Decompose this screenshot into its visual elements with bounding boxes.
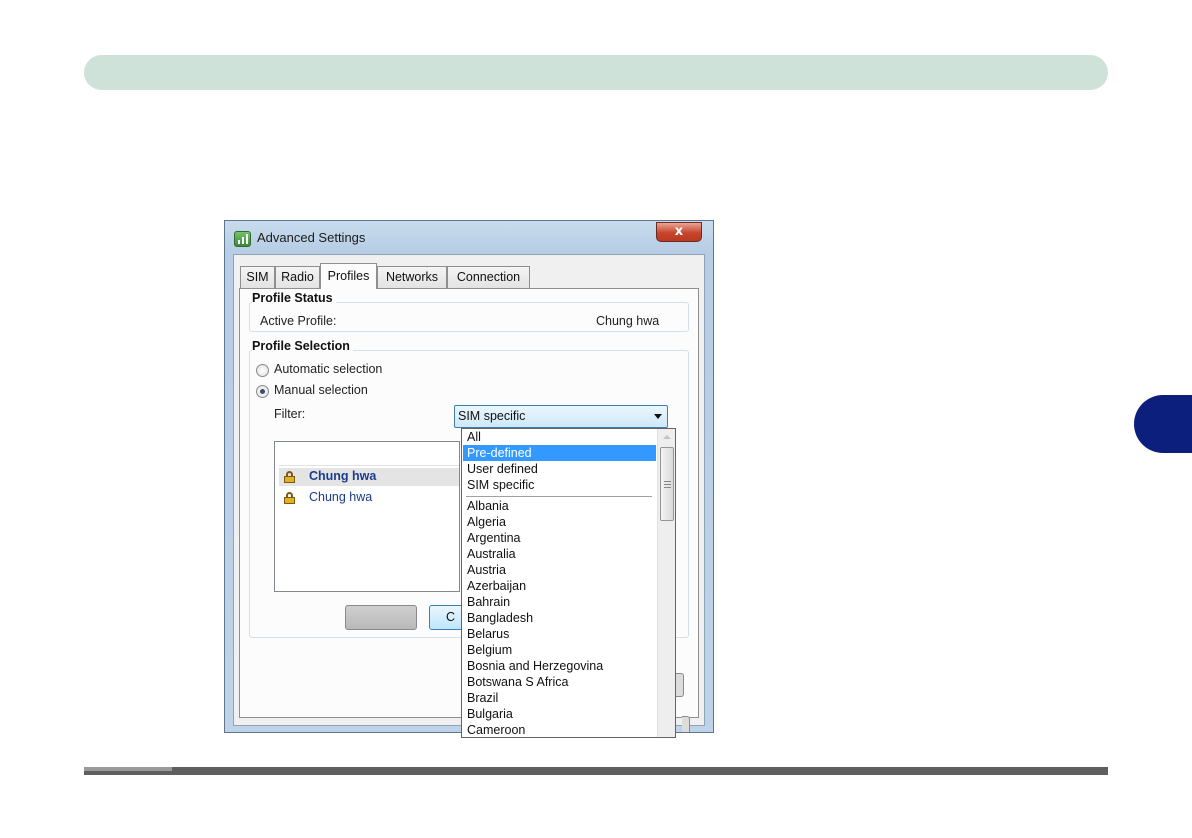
manual-selection-label[interactable]: Manual selection bbox=[274, 383, 368, 397]
dropdown-scrollbar[interactable] bbox=[657, 429, 675, 737]
dropdown-item[interactable]: Bulgaria bbox=[463, 706, 656, 722]
dropdown-item[interactable]: All bbox=[463, 429, 656, 445]
tab-profiles[interactable]: Profiles bbox=[320, 263, 377, 289]
tab-connection[interactable]: Connection bbox=[447, 266, 530, 288]
lock-icon bbox=[284, 471, 295, 483]
profile-name[interactable]: Chung hwa bbox=[309, 469, 376, 483]
window-title: Advanced Settings bbox=[257, 230, 366, 245]
window-titlebar[interactable]: Advanced Settings x bbox=[225, 221, 713, 255]
dropdown-item[interactable]: Bosnia and Herzegovina bbox=[463, 658, 656, 674]
tab-sim[interactable]: SIM bbox=[240, 266, 275, 288]
scroll-up-icon[interactable] bbox=[663, 435, 671, 439]
dropdown-item[interactable]: Belgium bbox=[463, 642, 656, 658]
dropdown-item[interactable]: Belarus bbox=[463, 626, 656, 642]
dropdown-item[interactable]: Austria bbox=[463, 562, 656, 578]
close-button[interactable]: x bbox=[656, 222, 702, 242]
dropdown-item[interactable]: Albania bbox=[463, 498, 656, 514]
lock-icon bbox=[284, 492, 295, 504]
dropdown-item-highlighted[interactable]: Pre-defined bbox=[463, 445, 656, 461]
hidden-button-edge[interactable] bbox=[676, 673, 684, 697]
focused-action-label: C bbox=[446, 610, 456, 624]
chapter-side-tab bbox=[1134, 395, 1192, 453]
filter-dropdown[interactable]: SIM specific bbox=[454, 405, 668, 428]
hidden-button-edge[interactable] bbox=[682, 716, 690, 732]
dropdown-item[interactable]: Cameroon bbox=[463, 722, 656, 737]
chevron-down-icon[interactable] bbox=[654, 414, 662, 419]
dropdown-item[interactable]: Brazil bbox=[463, 690, 656, 706]
page-footer-rule bbox=[84, 767, 1108, 775]
profile-name[interactable]: Chung hwa bbox=[309, 490, 372, 504]
signal-app-icon bbox=[234, 231, 251, 247]
active-profile-value: Chung hwa bbox=[596, 314, 660, 328]
dropdown-item[interactable]: Australia bbox=[463, 546, 656, 562]
dropdown-item[interactable]: Bahrain bbox=[463, 594, 656, 610]
close-icon: x bbox=[674, 224, 684, 239]
active-profile-label: Active Profile: bbox=[260, 314, 337, 328]
dropdown-item[interactable]: Algeria bbox=[463, 514, 656, 530]
page-header-band bbox=[84, 55, 1108, 90]
dropdown-item[interactable]: SIM specific bbox=[463, 477, 656, 493]
tab-radio[interactable]: Radio bbox=[275, 266, 320, 288]
profile-selection-heading: Profile Selection bbox=[252, 339, 353, 353]
manual-selection-radio[interactable] bbox=[256, 385, 269, 398]
disabled-action-button[interactable] bbox=[345, 605, 417, 630]
dropdown-item[interactable]: Bangladesh bbox=[463, 610, 656, 626]
dropdown-item[interactable]: Botswana S Africa bbox=[463, 674, 656, 690]
tab-networks[interactable]: Networks bbox=[377, 266, 447, 288]
profiles-list[interactable]: Chung hwa Chung hwa bbox=[274, 441, 460, 592]
automatic-selection-radio[interactable] bbox=[256, 364, 269, 377]
dropdown-separator bbox=[466, 496, 652, 497]
filter-label: Filter: bbox=[274, 407, 306, 421]
profile-status-heading: Profile Status bbox=[252, 291, 336, 305]
scroll-thumb[interactable] bbox=[660, 447, 674, 521]
dropdown-item[interactable]: Argentina bbox=[463, 530, 656, 546]
dropdown-item[interactable]: User defined bbox=[463, 461, 656, 477]
automatic-selection-label[interactable]: Automatic selection bbox=[274, 362, 382, 376]
dropdown-item[interactable]: Azerbaijan bbox=[463, 578, 656, 594]
filter-dropdown-list[interactable]: All Pre-defined User defined SIM specifi… bbox=[461, 428, 676, 738]
list-header bbox=[279, 450, 459, 466]
filter-selected-value: SIM specific bbox=[458, 409, 526, 423]
